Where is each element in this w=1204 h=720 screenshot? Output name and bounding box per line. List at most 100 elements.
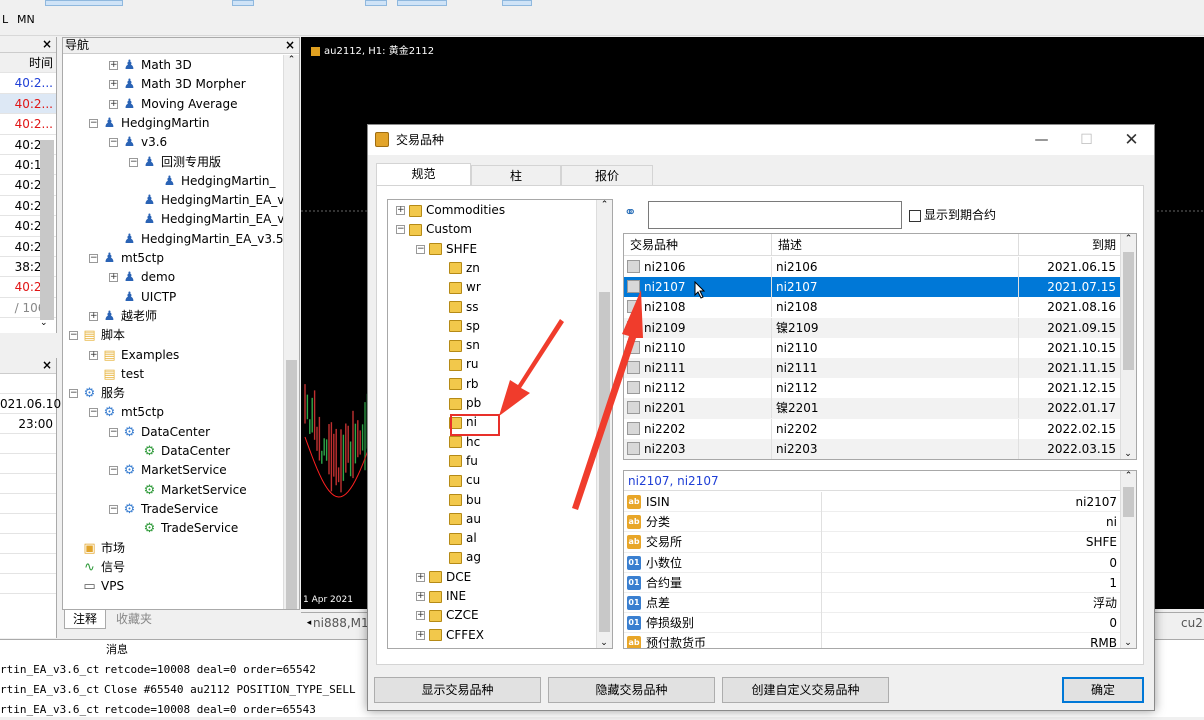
expand-icon[interactable]: + — [396, 206, 405, 215]
navigator-item[interactable]: ∿ 信号 — [69, 558, 125, 577]
navigator-item[interactable]: ♟ UICTP — [109, 288, 177, 307]
navigator-item[interactable]: + ♟ Math 3D — [109, 56, 192, 75]
log-row-message[interactable]: Close #65540 au2112 POSITION_TYPE_SELL — [104, 680, 356, 700]
grid-row[interactable]: ni2109 镍2109 2021.09.15 — [624, 317, 1121, 338]
ok-button[interactable]: 确定 — [1062, 677, 1144, 703]
symbol-tree-item[interactable]: + CZCE — [416, 606, 479, 625]
symbol-tree-item[interactable]: ru — [436, 355, 479, 374]
symbol-tree-item[interactable]: bu — [436, 491, 481, 510]
navigator-item[interactable]: + ▤ Examples — [89, 346, 179, 365]
market-watch-row[interactable]: 40:2... — [0, 93, 56, 115]
navigator-item[interactable]: ⚙ DataCenter — [129, 442, 230, 461]
navigator-item[interactable]: − ♟ v3.6 — [109, 133, 167, 152]
navigator-item[interactable]: − ⚙ MarketService — [109, 461, 227, 480]
grid-row[interactable]: ni2202 ni2202 2022.02.15 — [624, 418, 1121, 439]
navigator-item[interactable]: − ⚙ mt5ctp — [89, 403, 164, 422]
chevron-up-icon[interactable]: ⌃ — [284, 55, 299, 69]
tab-specification[interactable]: 规范 — [376, 163, 471, 186]
navigator-item[interactable]: − ⚙ TradeService — [109, 500, 218, 519]
navigator-item[interactable]: − ⚙ 服务 — [69, 384, 125, 403]
collapse-icon[interactable]: − — [69, 389, 78, 399]
symbol-tree-item[interactable]: ss — [436, 298, 479, 317]
expand-icon[interactable]: + — [416, 592, 425, 601]
symbol-tree-item[interactable]: wr — [436, 278, 481, 297]
chevron-down-icon[interactable]: ⌄ — [597, 638, 611, 648]
market-watch-row[interactable]: 40:2... — [0, 114, 56, 135]
expand-icon[interactable]: + — [89, 311, 98, 321]
chevron-down-icon[interactable]: ⌄ — [1121, 449, 1135, 459]
close-icon[interactable]: × — [42, 37, 52, 51]
chart-tab[interactable]: cu21 — [1181, 616, 1204, 630]
property-row[interactable]: ab ISIN ni2107 — [624, 492, 1121, 513]
show-expired-checkbox[interactable]: 显示到期合约 — [909, 206, 996, 223]
navigator-item[interactable]: ⚙ MarketService — [129, 481, 247, 500]
toolbar-button[interactable] — [502, 0, 532, 6]
market-watch-row[interactable]: 40:2... — [0, 73, 56, 94]
checkbox-icon[interactable] — [909, 209, 921, 222]
log-row-message[interactable]: retcode=10008 deal=0 order=65543 — [104, 700, 316, 720]
collapse-icon[interactable]: − — [69, 331, 78, 341]
expand-icon[interactable]: + — [416, 630, 425, 640]
property-row[interactable]: ab 交易所 SHFE — [624, 532, 1121, 553]
collapse-icon[interactable]: − — [109, 504, 118, 514]
expand-icon[interactable]: + — [109, 99, 118, 109]
chevron-down-icon[interactable]: ⌄ — [40, 318, 48, 328]
navigator-item[interactable]: ♟ HedgingMartin_ — [149, 172, 276, 191]
grid-row[interactable]: ni2111 ni2111 2021.11.15 — [624, 358, 1121, 379]
symbol-tree-item[interactable]: sn — [436, 336, 480, 355]
navigator-item[interactable]: + ♟ 越老师 — [89, 307, 157, 326]
navigator-item[interactable]: − ♟ 回测专用版 — [129, 153, 221, 172]
maximize-icon[interactable]: ☐ — [1064, 125, 1109, 155]
properties-scrollbar[interactable]: ⌃ ⌄ — [1120, 471, 1136, 648]
timeframe-mn[interactable]: MN — [17, 13, 35, 26]
tree-scrollbar[interactable]: ⌃ ⌄ — [596, 200, 612, 648]
symbol-tree-item[interactable]: cu — [436, 471, 480, 490]
navigator-item[interactable]: ▣ 市场 — [69, 539, 125, 558]
scroll-thumb[interactable] — [286, 360, 297, 610]
collapse-icon[interactable]: − — [109, 466, 118, 476]
toolbar-button[interactable] — [232, 0, 254, 6]
log-row-source[interactable]: rtin_EA_v3.6_ctp ... — [0, 660, 100, 680]
toolbar-button[interactable] — [45, 0, 123, 6]
navigator-item[interactable]: + ♟ Math 3D Morpher — [109, 75, 246, 94]
show-symbol-button[interactable]: 显示交易品种 — [374, 677, 541, 703]
symbol-tree-item[interactable]: fu — [436, 452, 478, 471]
navigator-item[interactable]: + ♟ demo — [109, 268, 175, 287]
property-row[interactable]: ab 分类 ni — [624, 512, 1121, 533]
log-row-source[interactable]: rtin_EA_v3.6_ctp ... — [0, 700, 100, 720]
hide-symbol-button[interactable]: 隐藏交易品种 — [548, 677, 715, 703]
create-custom-symbol-button[interactable]: 创建自定义交易品种 — [722, 677, 889, 703]
navigator-item[interactable]: ♟ HedgingMartin_EA_v — [129, 210, 285, 229]
expand-icon[interactable]: + — [416, 572, 425, 582]
expand-icon[interactable]: + — [89, 350, 98, 360]
grid-row[interactable]: ni2201 镍2201 2022.01.17 — [624, 398, 1121, 419]
property-row[interactable]: 01 小数位 0 — [624, 552, 1121, 573]
chevron-up-icon[interactable]: ⌃ — [1121, 471, 1136, 485]
scroll-thumb[interactable] — [1123, 487, 1134, 517]
symbol-tree-item[interactable]: zn — [436, 259, 480, 278]
toolbar-button[interactable] — [397, 0, 447, 6]
collapse-icon[interactable]: − — [89, 408, 98, 418]
navigator-item[interactable]: ♟ HedgingMartin_EA_v — [129, 191, 285, 210]
collapse-icon[interactable]: − — [89, 118, 98, 128]
expand-icon[interactable]: + — [109, 61, 118, 70]
grid-row[interactable]: ni2106 ni2106 2021.06.15 — [624, 257, 1121, 277]
toolbar-button[interactable] — [365, 0, 387, 6]
expand-icon[interactable]: + — [109, 80, 118, 90]
property-row[interactable]: ab 预付款货币 RMB — [624, 633, 1121, 648]
log-row-message[interactable]: retcode=10008 deal=0 order=65542 — [104, 660, 316, 680]
property-row[interactable]: 01 停损级别 0 — [624, 613, 1121, 634]
collapse-icon[interactable]: − — [109, 427, 118, 437]
symbol-tree-item[interactable]: ag — [436, 548, 481, 567]
symbol-tree-item[interactable]: + DCE — [416, 568, 471, 587]
binoculars-icon[interactable]: ⚭ — [624, 203, 642, 221]
grid-row[interactable]: ni2110 ni2110 2021.10.15 — [624, 337, 1121, 358]
market-watch-column-time[interactable]: 时间 — [0, 53, 56, 74]
grid-scrollbar[interactable]: ⌃ ⌄ — [1120, 234, 1136, 459]
minimize-icon[interactable]: — — [1019, 125, 1064, 155]
collapse-icon[interactable]: − — [416, 244, 425, 254]
market-watch-scrollbar[interactable] — [40, 140, 54, 320]
scroll-thumb[interactable] — [1123, 252, 1134, 370]
chevron-up-icon[interactable]: ⌃ — [1121, 234, 1136, 248]
symbol-tree-item[interactable]: al — [436, 529, 477, 548]
